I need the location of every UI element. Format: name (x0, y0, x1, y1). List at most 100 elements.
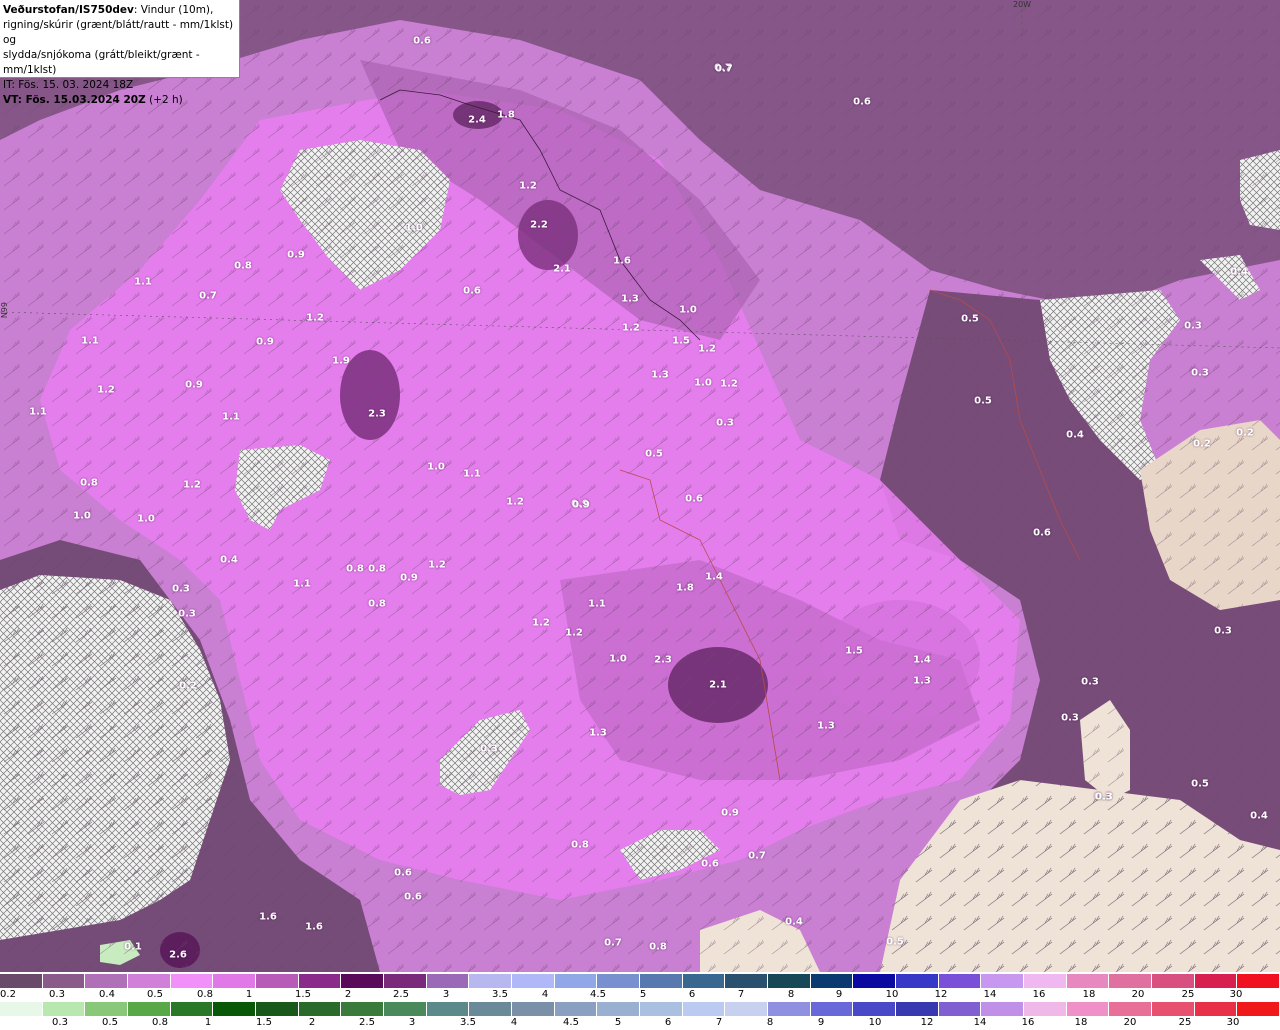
source-title: Veðurstofan/IS750dev (3, 4, 134, 16)
legend-label: 3.5 (492, 989, 508, 1000)
precip-value-label: 0.1 (124, 941, 142, 953)
precip-value-label: 0.7 (604, 937, 622, 949)
legend-bottom-colorbar (0, 1002, 1280, 1016)
legend-label: 0.2 (0, 989, 16, 1000)
legend-color-swatch (42, 974, 86, 988)
legend-top-colorbar (0, 974, 1280, 988)
precip-value-label: 1.2 (428, 559, 446, 571)
legend-color-swatch (1237, 974, 1280, 988)
legend-color-swatch (298, 974, 342, 988)
precip-value-label: 1.5 (845, 645, 863, 657)
legend-label: 0.3 (49, 989, 65, 1000)
precip-value-label: 0.3 (716, 417, 734, 429)
legend-label: 8 (787, 989, 795, 1000)
legend-label: 1.5 (256, 1017, 272, 1028)
legend-color-swatch (1066, 974, 1110, 988)
forecast-info-box: Veðurstofan/IS750dev: Vindur (10m), rign… (0, 0, 240, 106)
legend-color-swatch (85, 974, 129, 988)
legend-color-swatch (85, 1002, 129, 1016)
legend-label: 3 (442, 989, 450, 1000)
legend-label: 18 (1074, 1017, 1088, 1028)
legend-color-swatch (0, 974, 43, 988)
legend-color-swatch (1152, 1002, 1195, 1016)
info-line-3: slydda/snjókoma (grátt/bleikt/grænt - mm… (3, 49, 200, 76)
precip-value-label: 1.2 (698, 343, 716, 355)
legend-color-swatch (512, 974, 555, 988)
precip-value-label: 1.1 (81, 335, 99, 347)
legend-color-swatch (341, 1002, 385, 1016)
legend-color-swatch (213, 974, 257, 988)
precip-value-label: 0.3 (1061, 712, 1079, 724)
legend-color-swatch (469, 1002, 513, 1016)
precip-value-label: 0.8 (234, 260, 252, 272)
legend-color-swatch (938, 974, 982, 988)
legend-color-swatch (469, 974, 513, 988)
precip-value-label: 0.2 (179, 680, 197, 692)
precip-value-label: 0.4 (1250, 810, 1268, 822)
legend-label: 18 (1082, 989, 1096, 1000)
precip-value-label: 1.1 (463, 468, 481, 480)
precip-value-label: 1.0 (427, 461, 445, 473)
legend-color-swatch (170, 974, 214, 988)
legend-label: 0.3 (52, 1017, 68, 1028)
legend-label: 0.5 (147, 989, 163, 1000)
legend-label: 0.8 (152, 1017, 168, 1028)
legend-label: 2.5 (393, 989, 409, 1000)
precip-value-label: 2.3 (654, 654, 672, 666)
precip-value-label: 0.9 (721, 807, 739, 819)
legend-color-swatch (981, 1002, 1025, 1016)
info-line-5: VT: Fös. 15.03.2024 20Z (+2 h) (3, 93, 236, 108)
legend-color-swatch (170, 1002, 214, 1016)
legend-label: 9 (835, 989, 843, 1000)
precip-value-label: 0.6 (404, 891, 422, 903)
legend-color-swatch (128, 974, 171, 988)
precip-value-label: 0.6 (463, 285, 481, 297)
precip-value-label: 1.2 (519, 180, 537, 192)
legend-color-swatch (597, 1002, 641, 1016)
legend-color-swatch (725, 1002, 769, 1016)
legend-color-swatch (256, 974, 299, 988)
legend-color-swatch (640, 974, 683, 988)
legend-label: 1.5 (295, 989, 311, 1000)
legend-color-swatch (1194, 1002, 1238, 1016)
legend-color-swatch (853, 1002, 897, 1016)
legend-color-swatch (298, 1002, 342, 1016)
legend-color-swatch (0, 1002, 43, 1016)
legend-label: 7 (715, 1017, 723, 1028)
precip-value-label: 0.9 (572, 499, 590, 511)
legend-label: 10 (885, 989, 899, 1000)
precip-value-label: 1.3 (589, 727, 607, 739)
precip-value-label: 1.0 (405, 222, 423, 234)
precip-value-label: 1.1 (293, 578, 311, 590)
legend-label: 12 (920, 1017, 934, 1028)
latitude-label: N99 (0, 302, 9, 319)
precip-value-label: 1.4 (913, 654, 931, 666)
precip-value-label: 2.1 (709, 679, 727, 691)
legend-label: 3 (408, 1017, 416, 1028)
info-line-1-rest: : Vindur (10m), (133, 4, 214, 16)
precip-value-label: 1.2 (183, 479, 201, 491)
precip-value-label: 1.8 (497, 109, 515, 121)
precip-value-label: 0.8 (368, 563, 386, 575)
valid-time: VT: Fös. 15.03.2024 20Z (3, 94, 146, 106)
legend-label: 25 (1181, 989, 1195, 1000)
legend-label: 2 (308, 1017, 316, 1028)
legend-color-swatch (554, 1002, 598, 1016)
precip-value-label: 1.6 (305, 921, 323, 933)
precip-value-label: 0.6 (685, 493, 703, 505)
legend-label: 7 (737, 989, 745, 1000)
legend-label: 4.5 (563, 1017, 579, 1028)
precip-value-label: 0.2 (1236, 427, 1254, 439)
legend-label: 20 (1131, 989, 1145, 1000)
legend-color-swatch (1152, 974, 1195, 988)
legend-color-swatch (42, 1002, 86, 1016)
lead-time: (+2 h) (145, 94, 183, 106)
precip-value-label: 1.0 (609, 653, 627, 665)
legend-color-swatch (426, 1002, 470, 1016)
precip-value-label: 0.8 (571, 839, 589, 851)
legend-color-swatch (384, 1002, 427, 1016)
legend-label: 0.8 (197, 989, 213, 1000)
legend-label: 1 (204, 1017, 212, 1028)
precip-value-label: 0.5 (974, 395, 992, 407)
legend-color-swatch (810, 974, 854, 988)
